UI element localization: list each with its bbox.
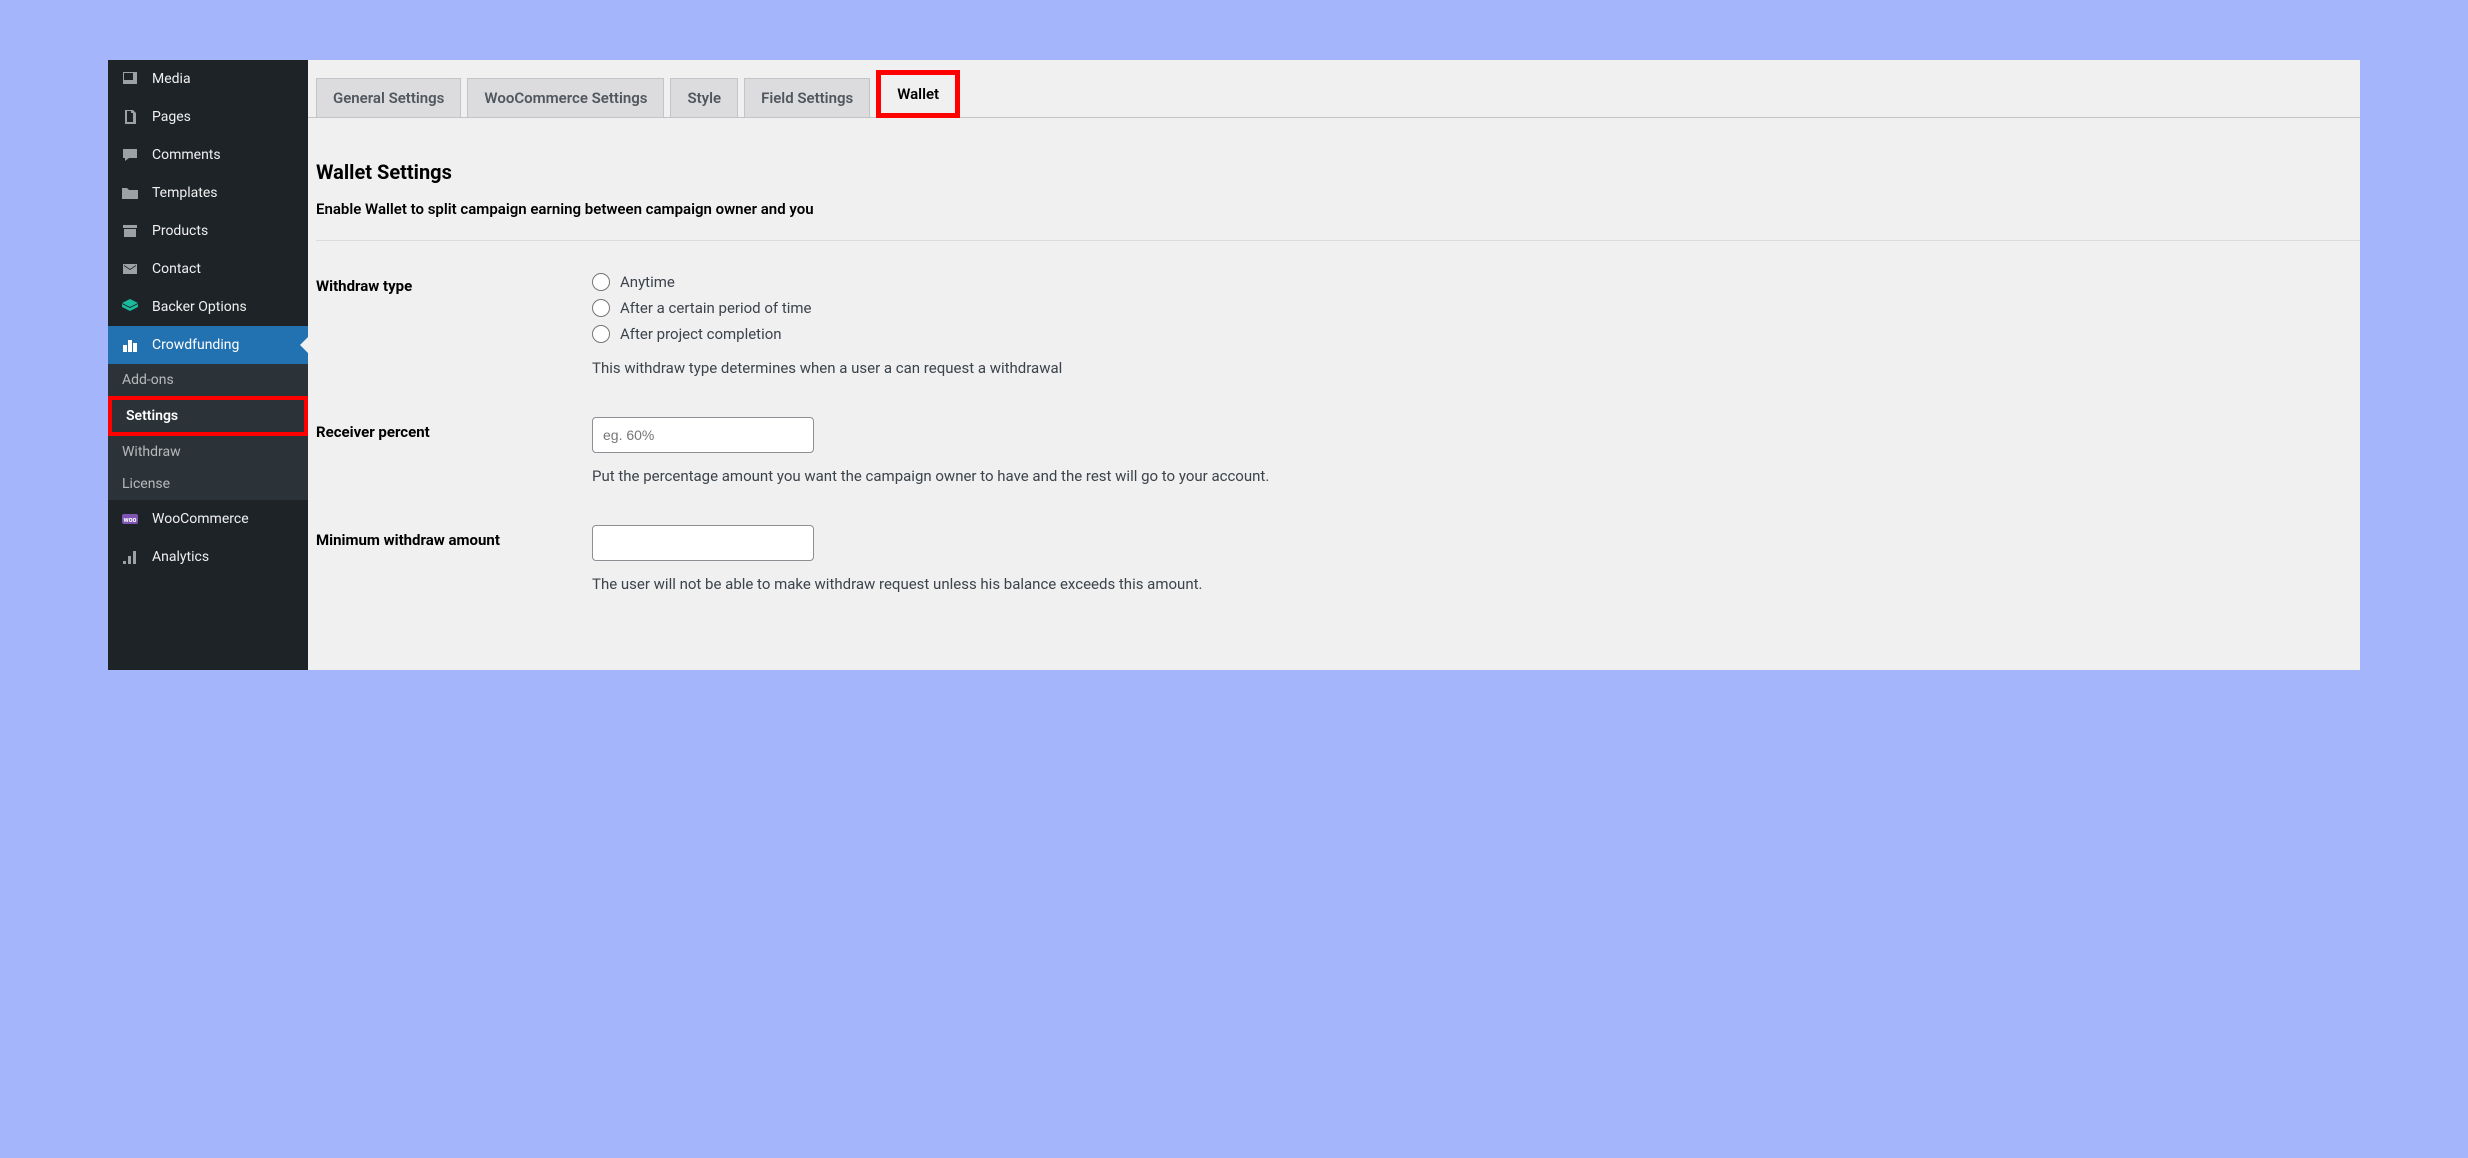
- sidebar-item-woocommerce[interactable]: woo WooCommerce: [108, 500, 308, 538]
- field-min-withdraw: The user will not be able to make withdr…: [592, 525, 2360, 593]
- sidebar-item-templates[interactable]: Templates: [108, 174, 308, 212]
- radio-after-completion[interactable]: After project completion: [592, 323, 2360, 345]
- settings-tabs: General Settings WooCommerce Settings St…: [308, 60, 2360, 118]
- radio-anytime-input[interactable]: [592, 273, 610, 291]
- archive-icon: [120, 221, 140, 241]
- sidebar-item-comments[interactable]: Comments: [108, 136, 308, 174]
- submenu-license[interactable]: License: [108, 468, 308, 500]
- sidebar-label: Media: [152, 71, 191, 87]
- radio-anytime[interactable]: Anytime: [592, 271, 2360, 293]
- sidebar-item-backer[interactable]: Backer Options: [108, 288, 308, 326]
- crowdfunding-icon: [120, 335, 140, 355]
- radio-label: Anytime: [620, 273, 675, 291]
- sidebar-item-products[interactable]: Products: [108, 212, 308, 250]
- sidebar-label: Products: [152, 223, 208, 239]
- mail-icon: [120, 259, 140, 279]
- sidebar-item-contact[interactable]: Contact: [108, 250, 308, 288]
- comments-icon: [120, 145, 140, 165]
- sidebar-label: Backer Options: [152, 299, 247, 315]
- radio-after-period-input[interactable]: [592, 299, 610, 317]
- sidebar-label: Contact: [152, 261, 201, 277]
- submenu-addons[interactable]: Add-ons: [108, 364, 308, 396]
- sidebar-label: Crowdfunding: [152, 337, 239, 353]
- media-icon: [120, 69, 140, 89]
- row-min-withdraw: Minimum withdraw amount The user will no…: [316, 525, 2360, 593]
- folder-icon: [120, 183, 140, 203]
- field-receiver-percent: Put the percentage amount you want the c…: [592, 417, 2360, 485]
- sidebar-label: WooCommerce: [152, 511, 249, 527]
- field-withdraw-type: Anytime After a certain period of time A…: [592, 271, 2360, 377]
- help-withdraw-type: This withdraw type determines when a use…: [592, 359, 2360, 377]
- tab-style[interactable]: Style: [670, 78, 738, 117]
- label-withdraw-type: Withdraw type: [316, 271, 592, 295]
- form-table: Withdraw type Anytime After a certain pe…: [316, 271, 2360, 593]
- svg-text:woo: woo: [123, 516, 136, 524]
- row-receiver-percent: Receiver percent Put the percentage amou…: [316, 417, 2360, 485]
- label-min-withdraw: Minimum withdraw amount: [316, 525, 592, 549]
- input-min-withdraw[interactable]: [592, 525, 814, 561]
- row-withdraw-type: Withdraw type Anytime After a certain pe…: [316, 271, 2360, 377]
- label-receiver-percent: Receiver percent: [316, 417, 592, 441]
- backer-icon: [120, 297, 140, 317]
- admin-window: Media Pages Comments Templates Products: [108, 60, 2360, 670]
- content-area: General Settings WooCommerce Settings St…: [308, 60, 2360, 670]
- sidebar-label: Templates: [152, 185, 218, 201]
- sidebar-label: Analytics: [152, 549, 209, 565]
- radio-after-period[interactable]: After a certain period of time: [592, 297, 2360, 319]
- sidebar-label: Comments: [152, 147, 221, 163]
- tab-wallet[interactable]: Wallet: [876, 70, 960, 118]
- input-receiver-percent[interactable]: [592, 417, 814, 453]
- sidebar: Media Pages Comments Templates Products: [108, 60, 308, 670]
- pages-icon: [120, 107, 140, 127]
- section-description: Enable Wallet to split campaign earning …: [316, 200, 2360, 241]
- sidebar-submenu: Add-ons Settings Withdraw License: [108, 364, 308, 500]
- sidebar-item-media[interactable]: Media: [108, 60, 308, 98]
- help-receiver-percent: Put the percentage amount you want the c…: [592, 467, 2360, 485]
- radio-label: After a certain period of time: [620, 299, 812, 317]
- woocommerce-icon: woo: [120, 509, 140, 529]
- tab-general[interactable]: General Settings: [316, 78, 461, 117]
- radio-label: After project completion: [620, 325, 782, 343]
- tab-field-settings[interactable]: Field Settings: [744, 78, 870, 117]
- content-body: Wallet Settings Enable Wallet to split c…: [308, 118, 2360, 653]
- sidebar-item-crowdfunding[interactable]: Crowdfunding: [108, 326, 308, 364]
- analytics-icon: [120, 547, 140, 567]
- tab-woocommerce[interactable]: WooCommerce Settings: [467, 78, 664, 117]
- sidebar-item-pages[interactable]: Pages: [108, 98, 308, 136]
- help-min-withdraw: The user will not be able to make withdr…: [592, 575, 2360, 593]
- submenu-settings[interactable]: Settings: [108, 396, 308, 436]
- submenu-withdraw[interactable]: Withdraw: [108, 436, 308, 468]
- section-title: Wallet Settings: [316, 160, 2360, 184]
- sidebar-item-analytics[interactable]: Analytics: [108, 538, 308, 576]
- sidebar-label: Pages: [152, 109, 191, 125]
- radio-after-completion-input[interactable]: [592, 325, 610, 343]
